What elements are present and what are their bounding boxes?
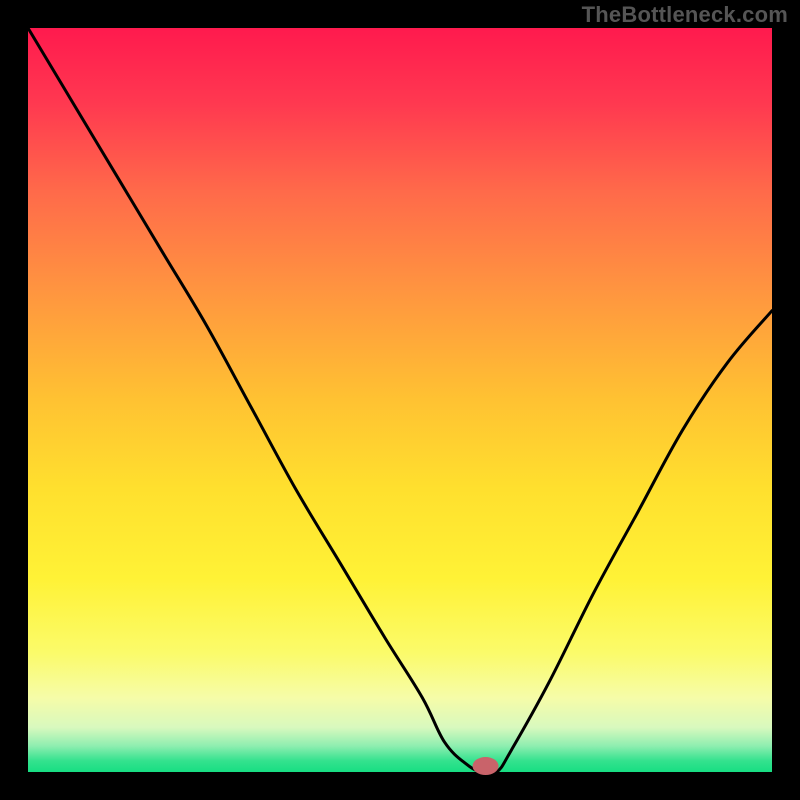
chart-frame: TheBottleneck.com (0, 0, 800, 800)
bottleneck-chart (0, 0, 800, 800)
watermark-text: TheBottleneck.com (582, 2, 788, 28)
optimum-marker (473, 757, 499, 775)
